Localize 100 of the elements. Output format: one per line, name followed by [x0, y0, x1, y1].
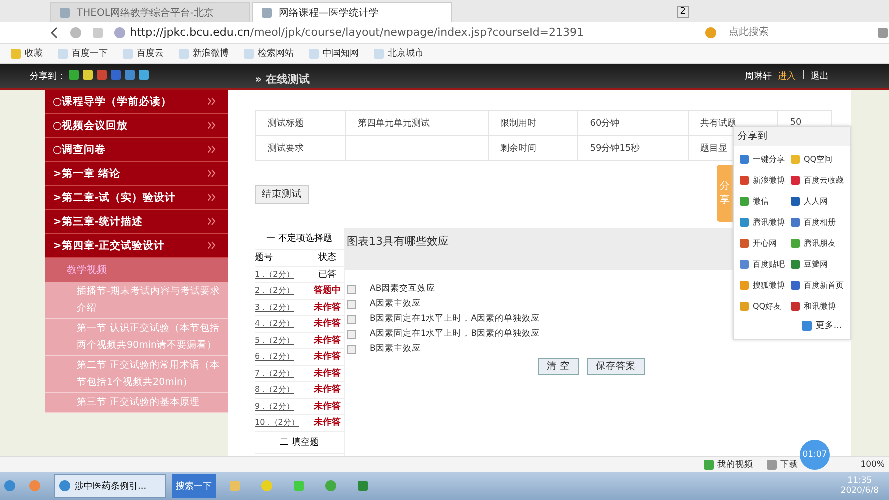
share-option[interactable]: 新浪微博: [740, 172, 791, 189]
sidebar-item[interactable]: >第三章-统计描述: [45, 210, 228, 234]
question-status: 未作答: [313, 317, 342, 330]
section-heading: 一 不定项选择题: [255, 228, 344, 250]
question-status: 未作答: [313, 350, 342, 364]
option-label: A因素固定在1水平上时，B因素的单独效应: [370, 328, 540, 340]
double-chevron-icon: [208, 122, 216, 129]
popup-title: 分享到: [734, 127, 850, 146]
double-chevron-icon: [208, 146, 216, 153]
logout-link[interactable]: 退出: [811, 70, 829, 82]
question-link[interactable]: 8 .（2分）: [255, 384, 310, 396]
checkbox[interactable]: [347, 344, 356, 354]
question-link[interactable]: 6 .（2分）: [255, 351, 310, 362]
share-option[interactable]: 腾讯朋友: [791, 235, 844, 252]
question-link[interactable]: 5 .（2分）: [255, 334, 310, 346]
bookmark[interactable]: 中国知网: [308, 47, 359, 60]
share-option[interactable]: 微信: [740, 193, 791, 210]
share-option[interactable]: QQ空间: [791, 151, 844, 168]
column-header: 状态: [318, 252, 338, 264]
bookmark[interactable]: 收藏: [10, 47, 43, 60]
bookmark[interactable]: 北京城市: [373, 47, 424, 60]
url-path: /meol/jpk/course/layout/newpage/index.jsp?courseId=21391: [250, 26, 584, 39]
clock-date: 2020/6/8: [840, 486, 879, 496]
user-name: 周琳轩: [744, 70, 772, 82]
share-option[interactable]: 腾讯微博: [740, 214, 791, 231]
checkbox[interactable]: [347, 284, 356, 294]
taskbar-window[interactable]: 涉中医药条例引...: [54, 474, 166, 498]
clock-time: 11:35: [848, 476, 872, 486]
table-cell: 测试标题: [256, 110, 346, 136]
share-option[interactable]: QQ好友: [740, 298, 791, 315]
table-cell: 限制用时: [488, 110, 578, 136]
question-status: 未作答: [313, 383, 342, 396]
question-status: 已答: [318, 268, 338, 281]
share-option[interactable]: 和讯微博: [791, 298, 844, 315]
section-title: » 在线测试: [255, 72, 310, 88]
sidebar-item[interactable]: >第四章-正交试验设计: [45, 234, 228, 258]
zoom-level[interactable]: 100%: [860, 460, 885, 470]
question-link[interactable]: 7 .（2分）: [255, 368, 310, 379]
address-bar[interactable]: http://jpkc.bcu.edu.cn/meol/jpk/course/layout/newpage/index.jsp?courseId=21391: [114, 26, 695, 39]
question-link[interactable]: 1 .（2分）: [255, 268, 310, 280]
share-option[interactable]: 豆瓣网: [791, 256, 844, 273]
sidebar-item[interactable]: ○调查问卷: [45, 138, 228, 162]
enter-link[interactable]: 进入: [778, 70, 796, 82]
checkbox[interactable]: [347, 300, 356, 308]
option-label: AB因素交互效应: [370, 283, 436, 295]
double-chevron-icon: [208, 170, 216, 177]
share-option[interactable]: 百度贴吧: [740, 256, 791, 273]
share-label: 分享到：: [30, 70, 66, 82]
download-button[interactable]: 下载: [766, 458, 799, 470]
sidebar-item[interactable]: ○视频会议回放: [45, 114, 228, 138]
question-status: 答题中: [313, 284, 342, 298]
question-link[interactable]: 2 .（2分）: [255, 285, 310, 296]
taskbar-search-button[interactable]: 搜索一下: [172, 474, 216, 498]
checkbox[interactable]: [347, 314, 356, 324]
my-videos-button[interactable]: 我的视频: [702, 458, 754, 470]
clear-button[interactable]: 清 空: [538, 358, 580, 375]
url-host: http://jpkc.bcu.edu.cn: [130, 26, 250, 39]
bookmark[interactable]: 新浪微博: [178, 47, 229, 60]
checkbox[interactable]: [347, 330, 356, 338]
browser-tab[interactable]: 网络课程—医学统计学: [252, 2, 452, 22]
question-link[interactable]: 3 .（2分）: [255, 302, 310, 313]
browser-tab[interactable]: THEOL网络教学综合平台-北京: [50, 2, 250, 22]
share-option[interactable]: 百度相册: [791, 214, 844, 231]
share-option[interactable]: 搜狐微博: [740, 277, 791, 294]
share-option[interactable]: 人人网: [791, 193, 844, 210]
share-option[interactable]: 开心网: [740, 235, 791, 252]
share-option[interactable]: 百度新首页: [791, 277, 844, 294]
table-cell: 60分钟: [578, 110, 688, 136]
save-button[interactable]: 保存答案: [587, 358, 646, 375]
sidebar-item[interactable]: >第二章-试（实）验设计: [45, 186, 228, 210]
question-status: 未作答: [313, 416, 342, 430]
sidebar-item[interactable]: >第一章 绪论: [45, 162, 228, 186]
back-icon[interactable]: [50, 26, 60, 38]
question-status: 未作答: [313, 367, 342, 380]
sidebar-item[interactable]: ○课程导学（学前必读）: [45, 90, 228, 114]
question-link[interactable]: 9 .（2分）: [255, 400, 310, 412]
question-status: 未作答: [313, 400, 342, 413]
option-label: B因素固定在1水平上时，A因素的单独效应: [370, 313, 540, 325]
option-label: B因素主效应: [370, 343, 421, 355]
table-cell: 剩余时间: [488, 136, 578, 160]
share-option[interactable]: 百度云收藏: [791, 172, 844, 189]
double-chevron-icon: [208, 218, 216, 225]
double-chevron-icon: [208, 242, 216, 249]
end-test-button[interactable]: 结束测试: [255, 185, 309, 204]
question-link[interactable]: 4 .（2分）: [255, 318, 310, 330]
double-chevron-icon: [208, 98, 216, 105]
section-heading: 二 填空题: [255, 432, 344, 454]
table-cell: 59分钟15秒: [578, 136, 688, 160]
more-link[interactable]: 更多...: [800, 320, 842, 332]
bookmark[interactable]: 检索网站: [243, 47, 294, 60]
tab-title: THEOL网络教学综合平台-北京: [77, 6, 214, 20]
question-status: 未作答: [313, 334, 342, 347]
table-cell: 第四单元单元测试: [345, 110, 488, 136]
table-cell: 测试要求: [256, 136, 346, 160]
bookmark[interactable]: 百度云: [122, 47, 164, 60]
question-link[interactable]: 10 .（2分）: [255, 417, 310, 428]
tab-count[interactable]: 2: [677, 6, 689, 18]
bookmark[interactable]: 百度一下: [57, 47, 108, 60]
double-chevron-icon: [208, 194, 216, 201]
tab-title: 网络课程—医学统计学: [279, 6, 379, 20]
